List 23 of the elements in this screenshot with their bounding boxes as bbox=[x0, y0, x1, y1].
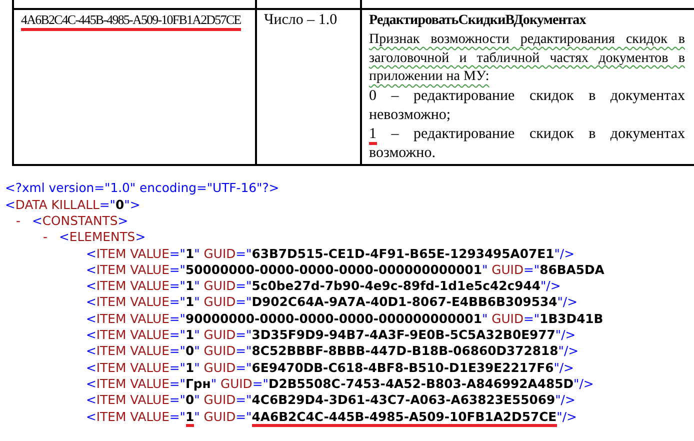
guid-text: 4A6B2C4C-445B-4985-A509-10FB1A2D57CE bbox=[21, 12, 241, 31]
xml-line: <ITEM VALUE="1" GUID="5c0be27d-7b90-4e9c-89fd-1d1e5c42c944"/> bbox=[86, 278, 561, 294]
xml-line: <ITEM VALUE="0" GUID="8C52BBBF-8BBB-447D-B18B-06860D372818"/> bbox=[86, 343, 579, 360]
collapse-toggle[interactable]: - bbox=[16, 212, 32, 230]
xml-line: <ITEM VALUE="90000000-0000-0000-0000-000000000001" GUID="1B3D41B bbox=[86, 310, 604, 328]
xml-line: <?xml version="1.0" encoding="UTF-16"?> bbox=[5, 180, 280, 197]
constant-name: РедактироватьСкидкиВДокументах bbox=[369, 12, 588, 30]
xml-line: <ITEM VALUE="1" GUID="6E9470DB-C618-4BF8-B510-D1E39E2217F6"/> bbox=[86, 360, 574, 376]
type-text: Число – 1.0 bbox=[264, 12, 338, 28]
xml-line: <ITEM VALUE="1" GUID="63B7D515-CE1D-4F91-B65E-1293495A07E1"/> bbox=[86, 246, 574, 262]
description-text: Признак возможности редактирования скидок в заголовочной и табличной частях документов в приложении на МУ: bbox=[369, 30, 685, 86]
xml-line: <ITEM VALUE="50000000-0000-0000-0000-000000000001" GUID="86BA5DA bbox=[86, 262, 604, 278]
xml-line: <ITEM VALUE="Грн" GUID="D2B5508C-7453-4A52-B803-A846992A485D"/> bbox=[86, 376, 594, 392]
xml-line: <ITEM VALUE="1" GUID="4A6B2C4C-445B-4985-A509-10FB1A2D57CE"/> bbox=[86, 408, 577, 425]
xml-line: <ITEM VALUE="1" GUID="3D35F9D9-94B7-4A3F-9E0B-5C5A32B0E977"/> bbox=[86, 327, 576, 344]
option-text: 1 – редактирование скидок в документах возможно. bbox=[369, 124, 685, 162]
xml-line: <ELEMENTS> bbox=[59, 229, 146, 246]
xml-line: <ITEM VALUE="0" GUID="4C6B29D4-3D61-43C7-A063-A63823E55069"/> bbox=[86, 392, 576, 409]
xml-line: <ITEM VALUE="1" GUID="D902C64A-9A7A-40D1-8067-E4BB6B309534"/> bbox=[86, 294, 578, 311]
xml-line: <DATA KILLALL="0"> bbox=[5, 196, 140, 213]
collapse-toggle[interactable]: - bbox=[43, 229, 59, 246]
option-text: 0 – редактирование скидок в документах невозможно; bbox=[369, 87, 685, 125]
xml-line: <CONSTANTS> bbox=[32, 212, 128, 230]
